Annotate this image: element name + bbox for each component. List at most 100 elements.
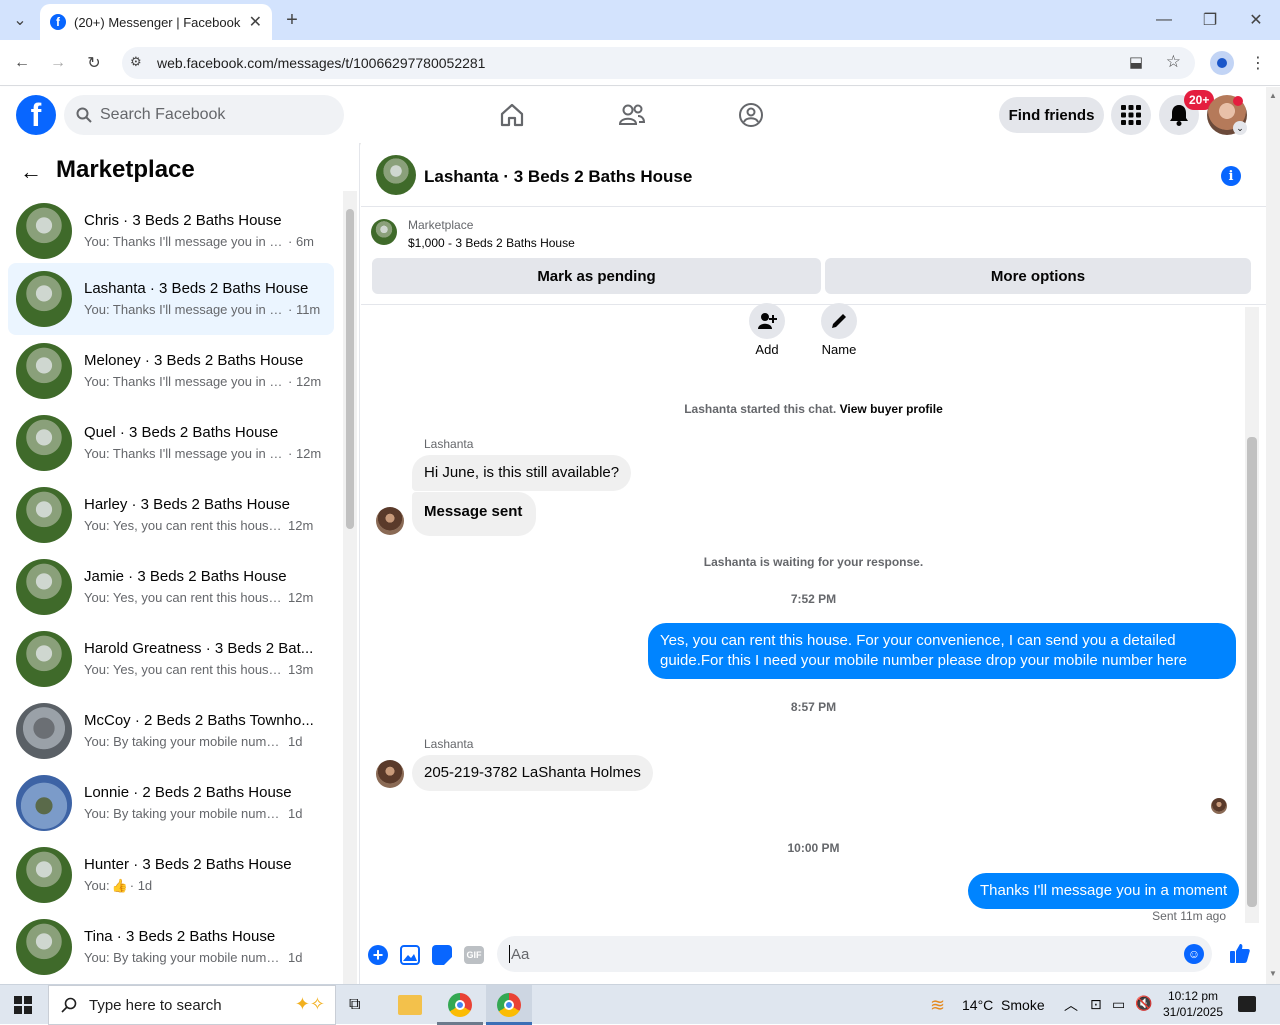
conversation-item[interactable]: Harold Greatness · 3 Beds 2 Bat... You: … [8,627,334,691]
thumbs-up-send-icon[interactable] [1229,942,1251,970]
page-scrollbar[interactable]: ▲ ▼ [1266,87,1280,984]
new-tab-icon[interactable]: + [278,6,306,34]
conversation-preview: You: Thanks I'll message you in a... [84,446,284,461]
profile-icon[interactable] [1210,51,1234,75]
conversation-time: · 1d [129,878,153,893]
sidebar-scrollbar[interactable] [343,191,357,984]
find-friends-button[interactable]: Find friends [999,97,1104,133]
scroll-up-arrow-icon[interactable]: ▲ [1269,91,1277,100]
info-icon[interactable]: i [1221,166,1241,186]
clock[interactable]: 10:12 pm 31/01/2025 [1160,988,1226,1020]
home-nav-icon[interactable] [482,95,542,135]
conversation-item[interactable]: Harley · 3 Beds 2 Baths House You: Yes, … [8,483,334,547]
conversation-item[interactable]: Chris · 3 Beds 2 Baths House You: Thanks… [8,199,334,263]
close-tab-icon[interactable]: ✕ [249,12,262,32]
conversation-item[interactable]: Lonnie · 2 Beds 2 Baths House You: By ta… [8,771,334,835]
message-input[interactable]: Aa ☺ [497,936,1212,972]
pencil-icon[interactable] [821,303,857,339]
chrome-profile-window[interactable] [486,985,532,1025]
listing-thumbnail [16,631,72,687]
chat-scrollbar[interactable] [1245,307,1259,923]
text-caret [509,945,510,963]
site-info-icon[interactable]: ⚙ [130,54,142,70]
chat-listing-avatar[interactable] [376,155,416,195]
listing-title[interactable]: $1,000 - 3 Beds 2 Baths House [408,236,575,250]
mark-as-pending-button[interactable]: Mark as pending [372,258,821,294]
back-icon[interactable]: ← [8,49,36,77]
address-bar[interactable]: ⚙ web.facebook.com/messages/t/1006629778… [122,47,1195,79]
conversation-time: · 12m [288,446,322,461]
install-app-icon[interactable]: ⬓ [1129,53,1143,71]
file-explorer-icon[interactable] [398,995,422,1015]
chat-scroll-thumb[interactable] [1247,437,1257,907]
incoming-message[interactable]: 205-219-3782 LaShanta Holmes [412,755,653,791]
tab-search-icon[interactable]: ⌄ [6,6,34,34]
restore-icon[interactable]: ❐ [1196,6,1224,34]
listing-thumbnail [16,203,72,259]
sidebar-scroll-thumb[interactable] [346,209,354,529]
sticker-icon[interactable] [432,945,452,965]
chevron-up-icon[interactable]: ︿ [1064,995,1078,1015]
tab-title: (20+) Messenger | Facebook [74,14,241,30]
incoming-message[interactable]: Message sent [412,492,537,536]
scroll-down-arrow-icon[interactable]: ▼ [1269,969,1277,978]
friends-nav-icon[interactable] [602,95,662,135]
conversation-time: 1d [288,734,303,749]
bookmark-star-icon[interactable]: ☆ [1166,52,1181,72]
browser-toolbar: ← → ↻ ⚙ web.facebook.com/messages/t/1006… [0,40,1280,86]
facebook-search-input[interactable]: Search Facebook [64,95,344,135]
more-options-button[interactable]: More options [825,258,1251,294]
incoming-message[interactable]: Hi June, is this still available? [412,455,632,491]
conversation-item[interactable]: Quel · 3 Beds 2 Baths House You: Thanks … [8,411,334,475]
menu-dots-icon[interactable]: ⋮ [1244,49,1272,77]
add-person-icon[interactable] [749,303,785,339]
meet-now-icon[interactable]: ⊡ [1090,996,1102,1013]
clock-date: 31/01/2025 [1162,1005,1224,1019]
browser-tab[interactable]: f (20+) Messenger | Facebook ✕ [40,4,272,40]
account-chevron-down-icon[interactable]: ⌄ [1233,121,1247,135]
chat-started-text: Lashanta started this chat. [684,402,837,416]
sender-avatar[interactable] [376,760,404,788]
conversation-preview: You: By taking your mobile number... [84,806,284,821]
notification-center-icon[interactable] [1238,996,1256,1012]
menu-grid-icon[interactable] [1111,95,1151,135]
conversation-item-active[interactable]: Lashanta · 3 Beds 2 Baths House You: Tha… [8,263,334,335]
sent-status: Sent 11m ago [1152,909,1226,923]
network-icon[interactable]: ▭ [1112,996,1125,1013]
task-view-icon[interactable]: ⧉ [349,996,360,1014]
volume-muted-icon[interactable]: 🔇 [1135,995,1152,1012]
minimize-icon[interactable]: — [1150,6,1178,34]
back-arrow-icon[interactable]: ← [20,159,42,185]
sender-avatar[interactable] [376,507,404,535]
conversation-item[interactable]: Meloney · 3 Beds 2 Baths House You: Than… [8,339,334,403]
listing-thumbnail [16,703,72,759]
reload-icon[interactable]: ↻ [80,49,108,77]
conversation-item[interactable]: Jamie · 3 Beds 2 Baths House You: Yes, y… [8,555,334,619]
sender-name: Lashanta [424,737,474,751]
outgoing-message[interactable]: Yes, you can rent this house. For your c… [648,623,1236,679]
facebook-logo-icon[interactable]: f [16,95,56,135]
photo-icon[interactable] [400,945,420,965]
groups-nav-icon[interactable] [721,95,781,135]
chat-title[interactable]: Lashanta · 3 Beds 2 Baths House [424,167,692,187]
facebook-favicon-icon: f [50,14,66,30]
chrome-icon[interactable] [448,993,472,1017]
taskbar-search-input[interactable]: Type here to search ✦✧ [48,985,336,1025]
emoji-icon[interactable]: ☺ [1184,944,1204,964]
close-window-icon[interactable]: ✕ [1242,6,1270,34]
plus-icon[interactable]: + [368,945,388,965]
conversation-item[interactable]: Hunter · 3 Beds 2 Baths House You: 👍 · 1d [8,843,334,907]
view-buyer-profile-link[interactable]: View buyer profile [840,402,943,416]
conversation-preview: You: By taking your mobile number... [84,734,284,749]
listing-thumbnail [16,415,72,471]
gif-icon[interactable]: GIF [464,946,484,964]
weather-icon: ≋ [930,995,946,1015]
conversation-item[interactable]: Tina · 3 Beds 2 Baths House You: By taki… [8,915,334,979]
outgoing-message[interactable]: Thanks I'll message you in a moment [968,873,1240,909]
forward-icon[interactable]: → [44,49,72,77]
conversation-item[interactable]: McCoy · 2 Beds 2 Baths Townho... You: By… [8,699,334,763]
conversation-name: Quel · 3 Beds 2 Baths House [84,424,279,441]
windows-start-icon[interactable] [14,996,32,1014]
listing-banner-thumbnail[interactable] [371,219,397,245]
weather-text[interactable]: 14°C Smoke [962,997,1045,1013]
